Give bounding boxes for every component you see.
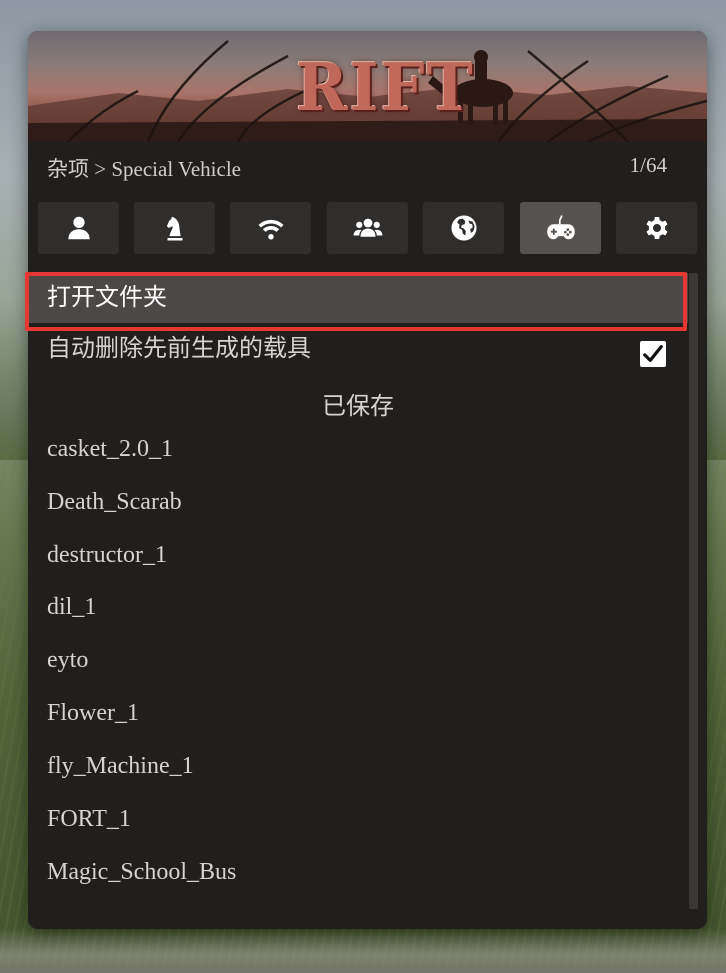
scrollbar[interactable]	[689, 273, 698, 909]
saved-section-header: 已保存	[322, 394, 394, 420]
scrollbar-thumb[interactable]	[689, 273, 698, 909]
tab-misc[interactable]	[520, 202, 601, 254]
auto-delete-checkbox[interactable]	[640, 341, 666, 367]
tab-players[interactable]	[327, 202, 408, 254]
person-icon	[67, 216, 90, 240]
saved-vehicle-label: destructor_1	[47, 542, 167, 568]
tab-settings[interactable]	[616, 202, 697, 254]
saved-vehicle-item[interactable]: Death_Scarab	[28, 479, 688, 529]
saved-vehicle-item[interactable]: casket_2.0_1	[28, 426, 688, 476]
auto-delete-item[interactable]: 自动删除先前生成的载具	[28, 325, 688, 375]
saved-vehicle-label: fly_Machine_1	[47, 753, 194, 779]
saved-vehicle-label: FORT_1	[47, 806, 131, 832]
saved-vehicle-item[interactable]: eyto	[28, 637, 688, 687]
background-rocks	[0, 928, 726, 973]
mod-menu-panel: RIFT 杂项 > Special Vehicle 1/64 打开文件夹 自动删…	[28, 31, 707, 929]
open-folder-item[interactable]: 打开文件夹	[28, 273, 688, 323]
saved-vehicle-item[interactable]: Magic_School_Bus	[28, 849, 688, 899]
page-counter: 1/64	[629, 153, 667, 177]
menu-list: 打开文件夹 自动删除先前生成的载具 已保存 casket_2.0_1 Death…	[28, 273, 688, 921]
tab-player[interactable]	[38, 202, 119, 254]
tab-horse[interactable]	[134, 202, 215, 254]
menu-banner: RIFT	[28, 31, 707, 142]
tab-world[interactable]	[423, 202, 504, 254]
saved-vehicle-label: eyto	[47, 647, 89, 673]
open-folder-label: 打开文件夹	[47, 285, 167, 311]
tab-network[interactable]	[230, 202, 311, 254]
breadcrumb: 杂项 > Special Vehicle	[47, 157, 241, 181]
gamepad-icon	[546, 215, 575, 240]
group-icon	[353, 218, 382, 237]
saved-vehicle-item[interactable]: Flower_1	[28, 690, 688, 740]
globe-icon	[450, 215, 476, 241]
saved-vehicle-label: Magic_School_Bus	[47, 859, 237, 885]
chess-knight-icon	[166, 216, 182, 241]
saved-vehicle-label: casket_2.0_1	[47, 436, 173, 462]
gear-icon	[646, 217, 667, 239]
saved-vehicle-item[interactable]: fly_Machine_1	[28, 743, 688, 793]
rift-logo: RIFT	[296, 49, 475, 126]
saved-vehicle-label: Death_Scarab	[47, 489, 182, 515]
saved-vehicle-item[interactable]: FORT_1	[28, 796, 688, 846]
checkmark-icon	[643, 345, 663, 363]
category-tabs	[38, 202, 698, 254]
auto-delete-label: 自动删除先前生成的载具	[47, 336, 311, 362]
saved-vehicle-label: Flower_1	[47, 700, 139, 726]
saved-vehicle-item[interactable]: destructor_1	[28, 532, 688, 582]
wifi-icon	[258, 219, 283, 240]
saved-vehicle-label: dil_1	[47, 594, 97, 620]
saved-vehicle-item[interactable]: dil_1	[28, 584, 688, 634]
